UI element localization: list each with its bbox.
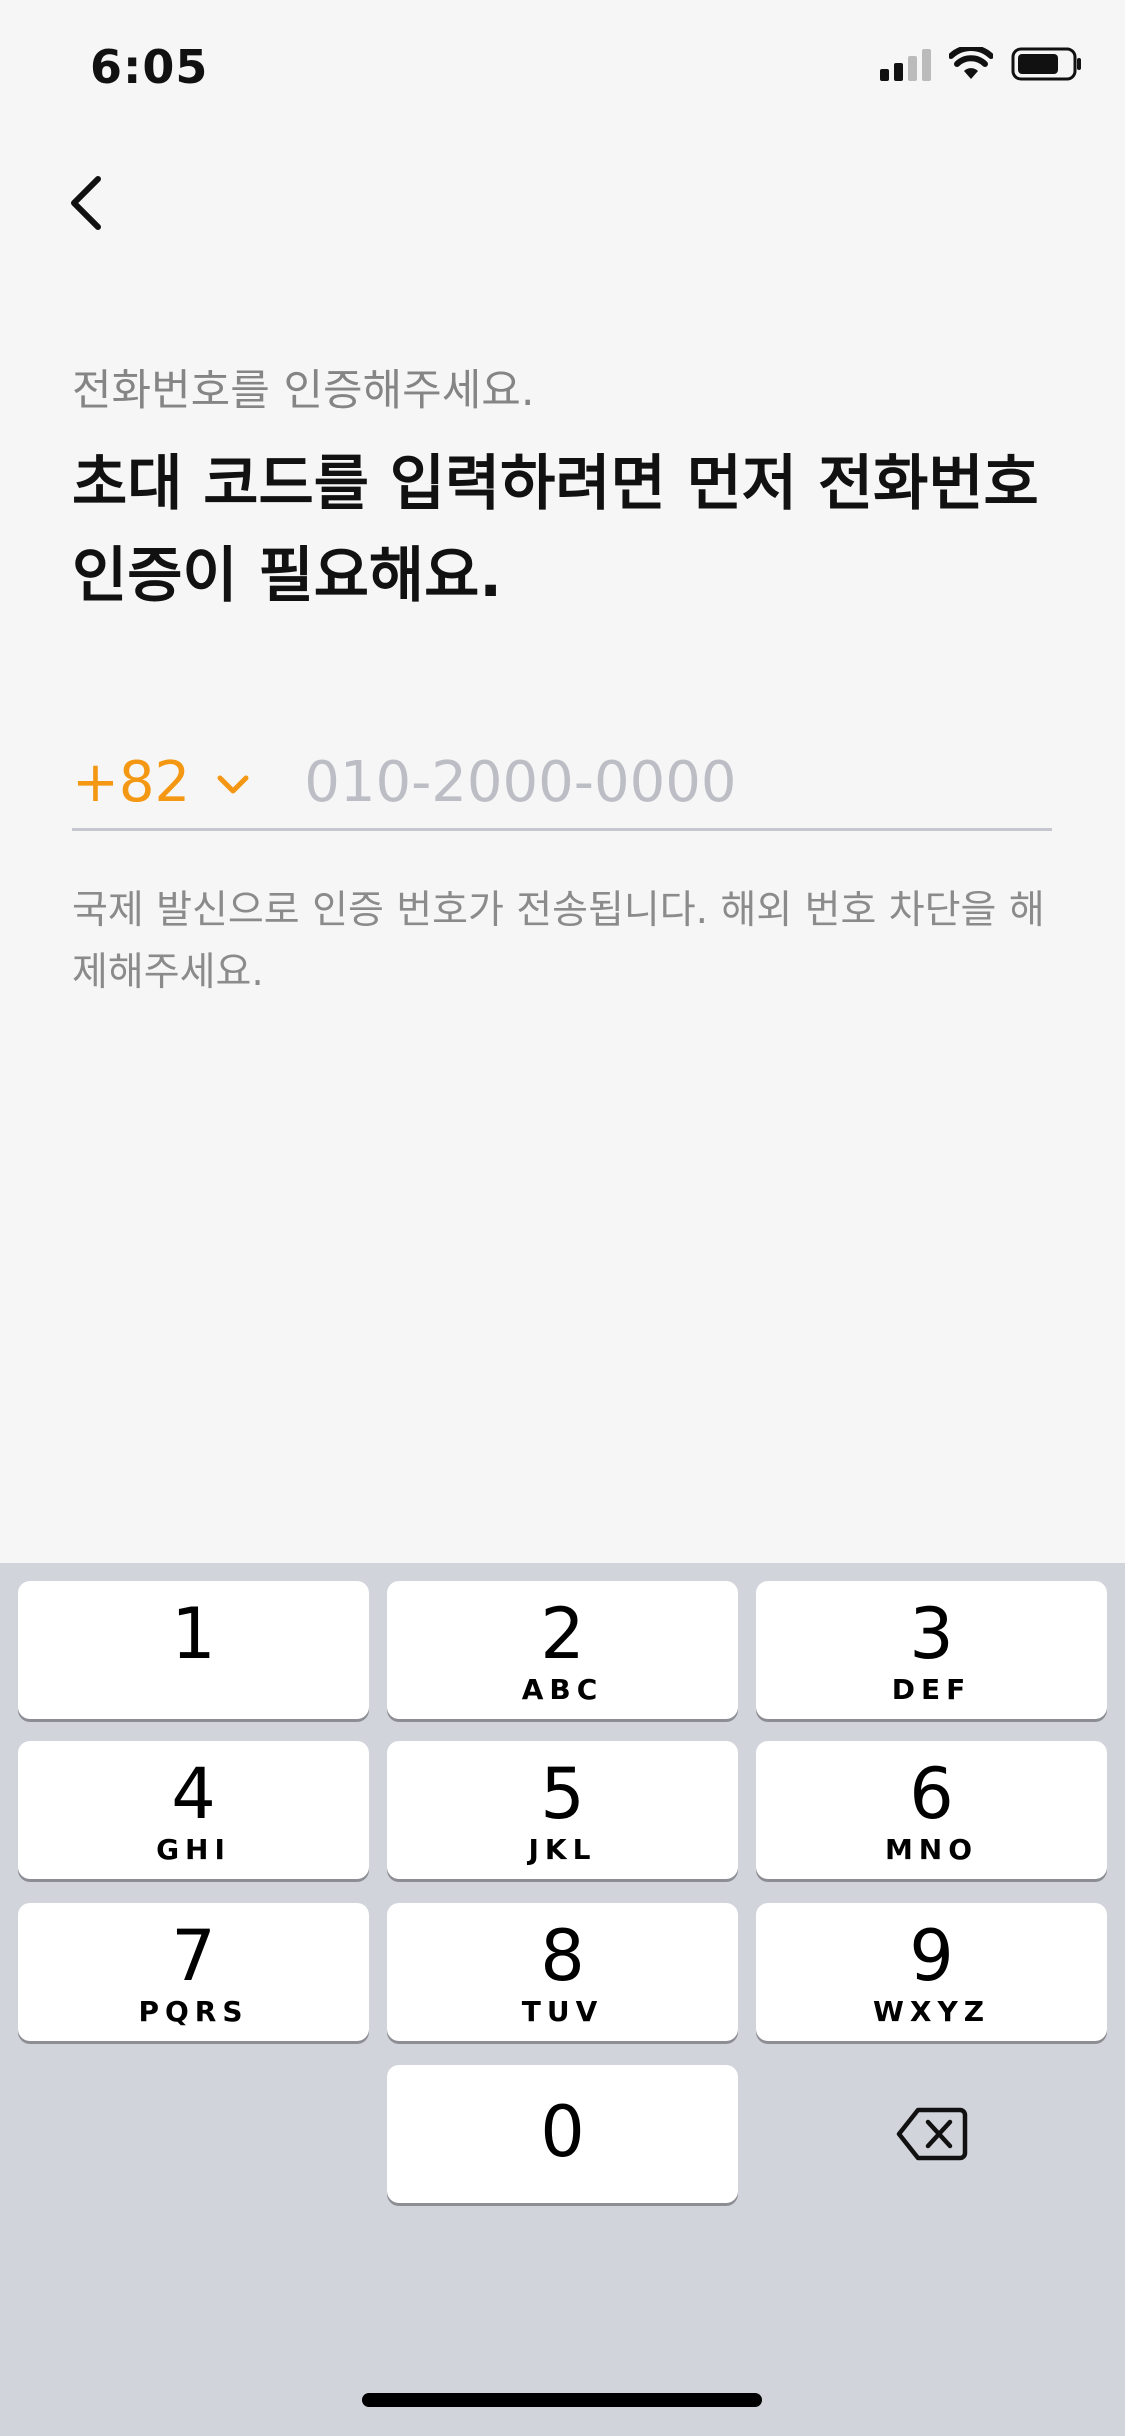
key-letters: WXYZ — [872, 1995, 991, 2028]
key-4[interactable]: 4 GHI — [18, 1741, 369, 1879]
page-title: 초대 코드를 입력하려면 먼저 전화번호 인증이 필요해요. — [72, 449, 1039, 611]
phone-number-row: +82 — [72, 736, 1052, 831]
key-digit: 0 — [540, 2091, 585, 2173]
key-digit: 7 — [171, 1915, 216, 1997]
key-letters: ABC — [521, 1673, 604, 1706]
key-7[interactable]: 7 PQRS — [18, 1903, 369, 2041]
key-0[interactable]: 0 — [387, 2065, 738, 2203]
key-letters: DEF — [891, 1673, 972, 1706]
chevron-down-icon — [217, 775, 249, 794]
key-8[interactable]: 8 TUV — [387, 1903, 738, 2041]
chevron-left-icon — [71, 176, 101, 230]
country-code-label: +82 — [72, 749, 191, 815]
key-letters: JKL — [528, 1833, 597, 1866]
key-digit: 6 — [909, 1753, 954, 1835]
key-digit: 3 — [909, 1593, 954, 1675]
key-digit: 5 — [540, 1753, 585, 1835]
phone-number-input[interactable] — [302, 748, 867, 816]
key-digit: 2 — [540, 1593, 585, 1675]
backspace-icon — [896, 2107, 967, 2161]
status-icons — [880, 46, 1083, 82]
key-letters: TUV — [521, 1995, 604, 2028]
key-letters: GHI — [156, 1833, 231, 1866]
key-1[interactable]: 1 — [18, 1581, 369, 1719]
battery-icon — [1011, 46, 1083, 82]
page-subtitle: 전화번호를 인증해주세요. — [72, 366, 535, 416]
key-digit: 1 — [171, 1593, 216, 1675]
key-digit: 8 — [540, 1915, 585, 1997]
key-letters: PQRS — [138, 1995, 249, 2028]
sms-notice: 국제 발신으로 인증 번호가 전송됩니다. 해외 번호 차단을 해제해주세요. — [72, 888, 1045, 995]
key-6[interactable]: 6 MNO — [756, 1741, 1107, 1879]
home-indicator — [362, 2393, 762, 2407]
status-time: 6:05 — [90, 40, 209, 94]
signal-icon — [880, 47, 931, 81]
key-3[interactable]: 3 DEF — [756, 1581, 1107, 1719]
delete-key[interactable] — [756, 2065, 1107, 2203]
key-2[interactable]: 2 ABC — [387, 1581, 738, 1719]
key-digit: 9 — [909, 1915, 954, 1997]
numeric-keypad: 1 2 ABC 3 DEF 4 GHI 5 JKL 6 MNO 7 PQRS 8… — [0, 1563, 1125, 2436]
key-letters: MNO — [884, 1833, 979, 1866]
wifi-icon — [949, 47, 993, 81]
key-9[interactable]: 9 WXYZ — [756, 1903, 1107, 2041]
key-digit: 4 — [171, 1753, 216, 1835]
key-5[interactable]: 5 JKL — [387, 1741, 738, 1879]
country-code-selector[interactable]: +82 — [72, 750, 250, 815]
back-button[interactable] — [56, 168, 116, 238]
